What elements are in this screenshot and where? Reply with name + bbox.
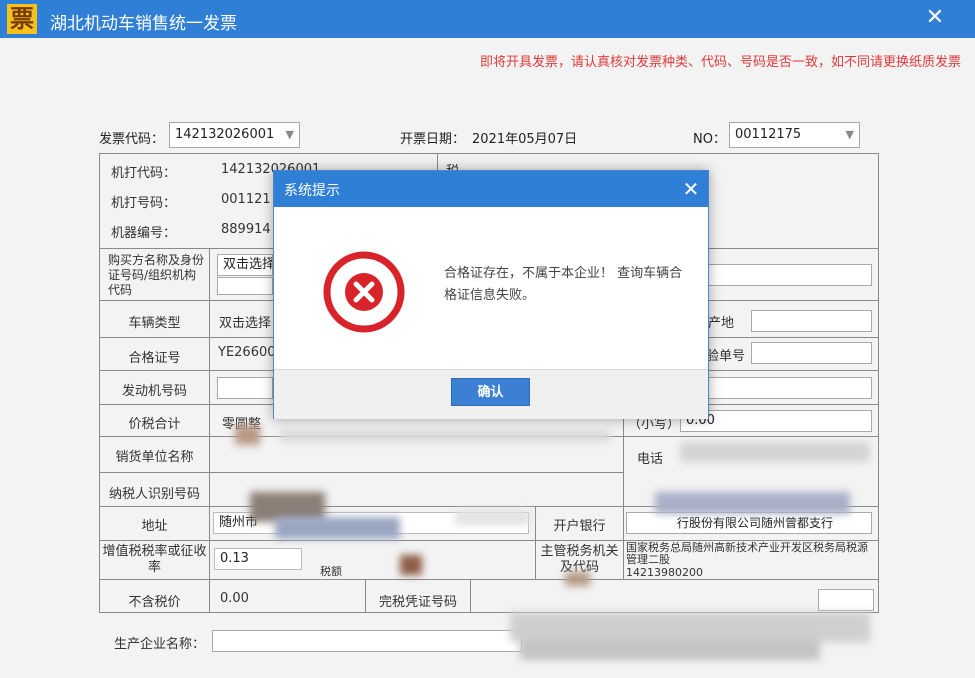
buyer-id-field[interactable]: [217, 277, 273, 295]
row-divider: [100, 472, 623, 473]
cert-label: 合格证号: [128, 351, 181, 366]
invoice-date-value: 2021年05月07日: [472, 132, 578, 147]
invoice-app-icon: 票: [7, 4, 37, 34]
col-divider: [470, 579, 471, 612]
redacted-block: [680, 442, 870, 462]
chevron-down-icon: ▼: [285, 128, 294, 141]
redacted-block: [400, 555, 422, 575]
redacted-block: [275, 517, 400, 539]
redacted-block: [655, 492, 850, 514]
dialog-header: 系统提示 ✕: [274, 171, 708, 207]
duty-cert-field[interactable]: [818, 589, 874, 611]
manufacturer-field[interactable]: [212, 630, 522, 652]
chevron-down-icon: ▼: [845, 128, 854, 141]
redacted-block: [565, 572, 590, 586]
dialog-close-icon[interactable]: ✕: [678, 176, 704, 202]
vehicle-type-placeholder[interactable]: 双击选择: [219, 312, 271, 331]
origin-field[interactable]: [751, 310, 872, 332]
tax-amount-label: 税额: [320, 565, 342, 578]
vat-rate-field[interactable]: 0.13: [214, 548, 302, 570]
cert-value[interactable]: YE26600: [218, 345, 276, 360]
window-title: 湖北机动车销售统一发票: [50, 14, 237, 34]
machine-id-label: 机器编号：: [111, 226, 177, 241]
vat-rate-value: 0.13: [220, 551, 249, 566]
tax-authority-value: 国家税务总局随州高新技术产业开发区税务局税源管理二股: [626, 541, 868, 566]
tax-authority-code: 14213980200: [626, 566, 703, 579]
confirm-button[interactable]: 确认: [451, 378, 530, 406]
inspection-label: 验单号: [706, 349, 746, 364]
engine-field-right[interactable]: [706, 377, 872, 399]
invoice-no-label: NO：: [693, 132, 726, 147]
buyer-placeholder: 双击选择: [223, 257, 273, 272]
dialog-title: 系统提示: [284, 183, 340, 199]
invoice-date-label: 开票日期：: [400, 132, 466, 147]
dialog-message: 合格证存在，不属于本企业！ 查询车辆合格证信息失败。: [444, 266, 683, 303]
phone-label: 电话: [637, 452, 664, 467]
invoice-no-value: 00112175: [735, 127, 802, 142]
redacted-block: [455, 510, 530, 525]
row-divider: [100, 579, 878, 580]
system-alert-dialog: 系统提示 ✕ 合格证存在，不属于本企业！ 查询车辆合格证信息失败。 确认: [273, 170, 709, 419]
bank-field[interactable]: 行股份有限公司随州曾都支行: [626, 512, 872, 534]
duty-cert-label: 完税凭证号码: [378, 595, 457, 610]
warning-message: 即将开具发票，请认真核对发票种类、代码、号码是否一致，如不同请更换纸质发票: [480, 55, 962, 70]
redacted-block: [520, 638, 820, 660]
engine-field[interactable]: [217, 377, 273, 399]
manufacturer-label: 生产企业名称：: [114, 637, 206, 652]
excl-tax-label: 不含税价: [128, 595, 181, 610]
origin-label: 产地: [708, 316, 735, 331]
invoice-no-select[interactable]: 00112175 ▼: [729, 122, 860, 148]
vat-rate-label: 增值税税率或征收率: [102, 544, 207, 575]
engine-label: 发动机号码: [121, 384, 187, 399]
machine-no-label: 机打号码：: [111, 196, 177, 211]
title-bar: 票 湖北机动车销售统一发票 ✕: [0, 0, 975, 38]
inspection-field[interactable]: [751, 342, 872, 364]
machine-code-label: 机打代码：: [111, 166, 177, 181]
total-label: 价税合计: [128, 417, 181, 432]
buyer-name-field[interactable]: 双击选择: [217, 254, 273, 276]
error-icon: [323, 251, 405, 333]
bank-value: 行股份有限公司随州曾都支行: [677, 516, 834, 530]
buyer-label: 购买方名称及身份证号码/组织机构代码: [108, 253, 205, 297]
col-divider: [209, 248, 210, 612]
bank-label: 开户银行: [553, 519, 606, 534]
col-divider: [623, 404, 624, 579]
machine-id-value: 889914: [221, 222, 271, 237]
invoice-code-select[interactable]: 142132026001 ▼: [169, 122, 300, 148]
redacted-block: [235, 425, 260, 445]
invoice-code-label: 发票代码：: [99, 132, 165, 147]
dialog-footer: 确认: [274, 369, 708, 419]
invoice-code-value: 142132026001: [175, 127, 275, 142]
redacted-block: [280, 430, 610, 442]
vehicle-type-label: 车辆类型: [128, 316, 181, 331]
buyer-extra-field[interactable]: [706, 264, 872, 286]
seller-label: 销货单位名称: [115, 450, 194, 465]
machine-no-value: 001121: [221, 192, 271, 207]
window-close-icon[interactable]: ✕: [920, 4, 950, 32]
address-label: 地址: [141, 519, 168, 534]
excl-tax-value: 0.00: [220, 591, 249, 606]
taxpayer-id-label: 纳税人识别号码: [108, 487, 200, 502]
